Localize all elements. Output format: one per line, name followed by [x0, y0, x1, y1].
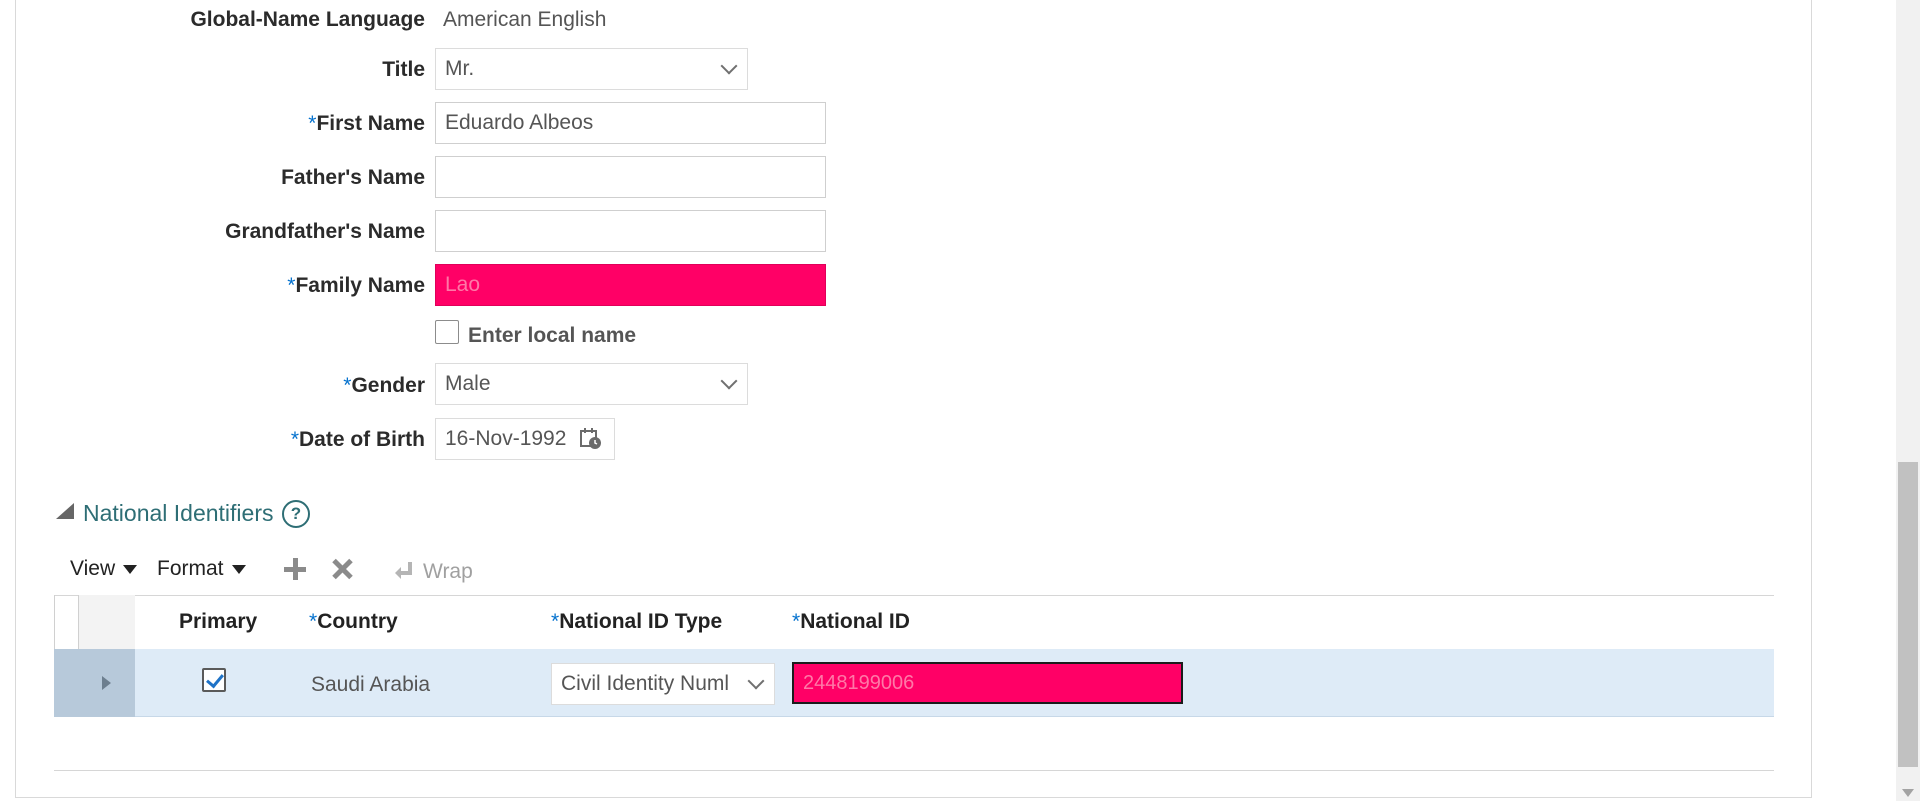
scrollbar-thumb[interactable]: [1898, 462, 1918, 767]
dob-value: 16-Nov-1992: [445, 427, 567, 450]
required-marker: *: [309, 610, 318, 633]
chevron-down-icon: [720, 372, 738, 390]
wrap-arrow-icon: [395, 562, 412, 579]
family-name-value: Lao: [445, 273, 481, 296]
country-cell: Saudi Arabia: [311, 673, 431, 696]
title-label: Title: [382, 58, 425, 81]
title-select-value: Mr.: [445, 57, 475, 80]
gender-select-value: Male: [445, 372, 491, 395]
global-name-language-value: American English: [443, 8, 607, 31]
plus-icon[interactable]: [283, 557, 307, 581]
checkmark-icon: [206, 669, 224, 689]
national-id-type-select[interactable]: Civil Identity Numl: [551, 663, 775, 705]
x-icon[interactable]: [330, 557, 354, 581]
national-id-type-value: Civil Identity Numl: [561, 672, 730, 695]
dob-label: *Date of Birth: [5, 428, 425, 452]
first-name-label-text: First Name: [316, 112, 425, 135]
required-marker: *: [792, 610, 801, 633]
format-menu-label: Format: [157, 557, 224, 580]
grandfathers-name-input[interactable]: [435, 210, 826, 252]
gender-label-text: Gender: [351, 374, 425, 397]
table-corner-cell: [54, 595, 79, 649]
caret-down-icon: [231, 564, 246, 574]
national-id-value: 2448199006: [803, 671, 915, 694]
row-header[interactable]: [54, 649, 135, 717]
column-header-national-id-type-text: National ID Type: [559, 610, 723, 633]
gender-label: *Gender: [5, 374, 425, 398]
format-menu[interactable]: Format: [157, 557, 246, 581]
required-marker: *: [551, 610, 560, 633]
table-bottom-border: [54, 770, 1774, 771]
chevron-down-icon: [747, 672, 765, 690]
column-header-national-id-type[interactable]: *National ID Type: [551, 610, 722, 634]
expand-triangle-icon[interactable]: [102, 676, 111, 690]
wrap-button[interactable]: Wrap: [423, 560, 473, 584]
fathers-name-input[interactable]: [435, 156, 826, 198]
table-top-border: [54, 595, 1774, 596]
fathers-name-label: Father's Name: [281, 166, 425, 189]
family-name-label: *Family Name: [5, 274, 425, 298]
gender-select[interactable]: Male: [435, 363, 748, 405]
family-name-label-text: Family Name: [295, 274, 425, 297]
title-select[interactable]: Mr.: [435, 48, 748, 90]
dob-label-text: Date of Birth: [299, 428, 425, 451]
first-name-label: *First Name: [5, 112, 425, 136]
column-header-country[interactable]: *Country: [309, 610, 398, 634]
help-circle-icon[interactable]: ?: [282, 500, 310, 528]
column-header-national-id[interactable]: *National ID: [792, 610, 910, 634]
first-name-value: Eduardo Albeos: [445, 111, 594, 134]
view-menu-label: View: [70, 557, 116, 580]
column-header-national-id-text: National ID: [800, 610, 910, 633]
help-glyph: ?: [290, 504, 302, 523]
view-menu[interactable]: View: [70, 557, 138, 581]
family-name-input[interactable]: Lao: [435, 264, 826, 306]
caret-down-icon: [123, 564, 138, 574]
enter-local-name-label: Enter local name: [468, 324, 637, 347]
grandfathers-name-label: Grandfather's Name: [225, 220, 425, 243]
required-marker: *: [290, 428, 299, 451]
vertical-scrollbar[interactable]: [1896, 0, 1920, 801]
table-corner-cell-2: [79, 595, 135, 649]
global-name-language-label: Global-Name Language: [190, 8, 425, 31]
scroll-down-arrow-icon[interactable]: [1902, 789, 1914, 797]
column-header-primary[interactable]: Primary: [179, 610, 257, 634]
primary-checkbox[interactable]: [202, 668, 226, 692]
national-identifiers-title[interactable]: National Identifiers: [83, 500, 274, 527]
column-header-country-text: Country: [317, 610, 398, 633]
enter-local-name-checkbox[interactable]: [435, 320, 459, 344]
chevron-down-icon: [720, 57, 738, 75]
calendar-icon[interactable]: [580, 428, 602, 450]
first-name-input[interactable]: Eduardo Albeos: [435, 102, 826, 144]
collapse-triangle-icon[interactable]: [56, 503, 74, 519]
national-id-input[interactable]: 2448199006: [792, 662, 1183, 704]
